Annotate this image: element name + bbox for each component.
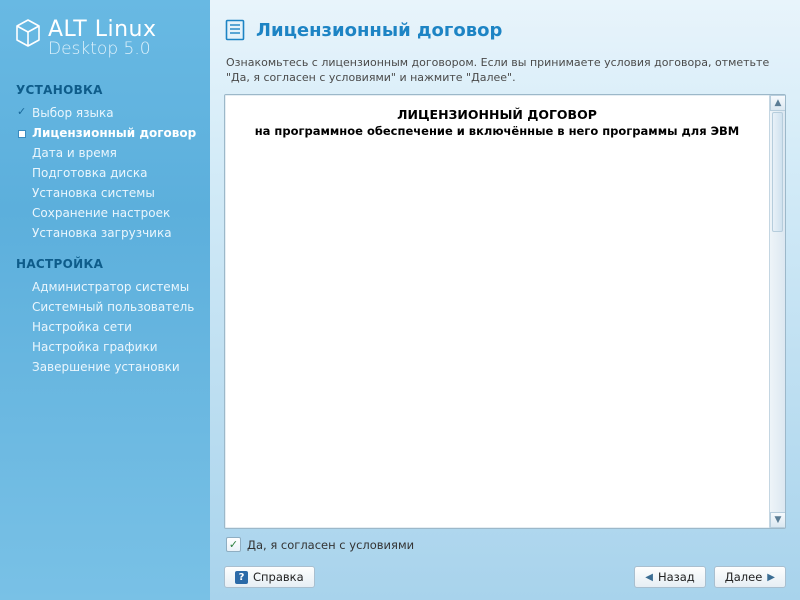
license-heading: ЛИЦЕНЗИОННЫЙ ДОГОВОР	[239, 107, 755, 122]
step-graphics[interactable]: Настройка графики	[14, 337, 200, 357]
scrollbar[interactable]: ▲ ▼	[769, 95, 785, 528]
agree-checkbox[interactable]: ✓	[226, 537, 241, 552]
sidebar-section-config: НАСТРОЙКА	[16, 257, 200, 271]
footer-buttons: ? Справка ◀ Назад Далее ▶	[224, 566, 786, 588]
page-header: Лицензионный договор	[224, 18, 786, 42]
scroll-up-button[interactable]: ▲	[770, 95, 786, 111]
step-language[interactable]: Выбор языка	[14, 103, 200, 123]
agree-row: ✓ Да, я согласен с условиями	[226, 537, 784, 552]
step-user[interactable]: Системный пользователь	[14, 297, 200, 317]
back-button[interactable]: ◀ Назад	[634, 566, 706, 588]
step-datetime[interactable]: Дата и время	[14, 143, 200, 163]
step-bootloader[interactable]: Установка загрузчика	[14, 223, 200, 243]
next-button[interactable]: Далее ▶	[714, 566, 786, 588]
config-steps-list: Администратор системы Системный пользова…	[14, 277, 200, 377]
brand-logo: ALT Linux Desktop 5.0	[14, 18, 200, 59]
step-save-settings[interactable]: Сохранение настроек	[14, 203, 200, 223]
main-panel: Лицензионный договор Ознакомьтесь с лице…	[210, 0, 800, 600]
next-button-label: Далее	[725, 570, 763, 584]
install-steps-list: Выбор языка Лицензионный договор Дата и …	[14, 103, 200, 243]
scroll-down-button[interactable]: ▼	[770, 512, 786, 528]
triangle-left-icon: ◀	[645, 572, 653, 583]
help-button[interactable]: ? Справка	[224, 566, 315, 588]
cube-icon	[14, 18, 42, 52]
help-icon: ?	[235, 571, 248, 584]
triangle-right-icon: ▶	[767, 572, 775, 583]
license-textbox: ЛИЦЕНЗИОННЫЙ ДОГОВОР на программное обес…	[224, 94, 786, 529]
step-finish[interactable]: Завершение установки	[14, 357, 200, 377]
step-license[interactable]: Лицензионный договор	[14, 123, 200, 143]
sidebar-section-install: УСТАНОВКА	[16, 83, 200, 97]
sidebar: ALT Linux Desktop 5.0 УСТАНОВКА Выбор яз…	[0, 0, 210, 600]
step-network[interactable]: Настройка сети	[14, 317, 200, 337]
brand-line1: ALT Linux	[48, 18, 156, 41]
help-button-label: Справка	[253, 570, 304, 584]
brand-line2: Desktop 5.0	[48, 41, 156, 59]
back-button-label: Назад	[658, 570, 695, 584]
step-install-system[interactable]: Установка системы	[14, 183, 200, 203]
license-subheading: на программное обеспечение и включённые …	[239, 124, 755, 138]
scroll-thumb[interactable]	[772, 112, 783, 232]
step-disk[interactable]: Подготовка диска	[14, 163, 200, 183]
license-content[interactable]: ЛИЦЕНЗИОННЫЙ ДОГОВОР на программное обес…	[225, 95, 769, 528]
instruction-text: Ознакомьтесь с лицензионным договором. Е…	[226, 56, 784, 86]
step-admin[interactable]: Администратор системы	[14, 277, 200, 297]
agree-label: Да, я согласен с условиями	[247, 538, 414, 552]
document-icon	[224, 18, 246, 42]
page-title: Лицензионный договор	[256, 20, 502, 41]
